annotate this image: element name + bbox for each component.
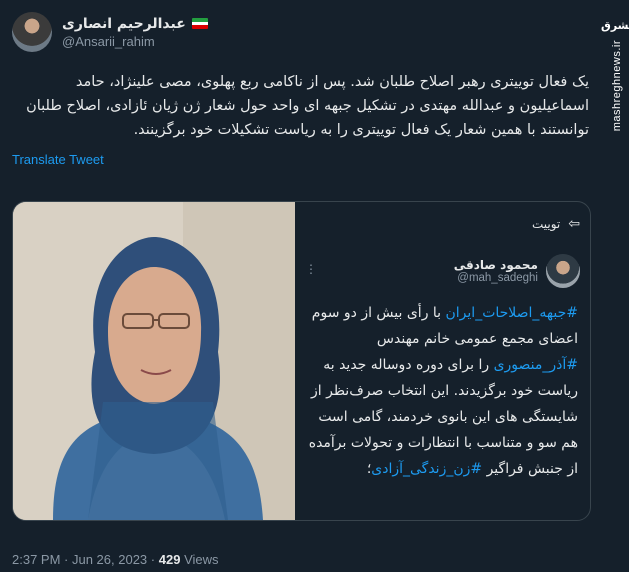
back-arrow-icon[interactable]: ⇦	[568, 216, 580, 232]
display-name-text[interactable]: عبدالرحیم انصاری	[62, 16, 186, 32]
quoted-author[interactable]: محمود صادقی @mah_sadeghi	[454, 254, 580, 288]
hashtag-link[interactable]: #جبهه_اصلاحات_ایران	[446, 305, 578, 321]
tweet-date[interactable]: Jun 26, 2023	[72, 552, 147, 567]
author-display-name[interactable]: عبدالرحیم انصاری	[62, 16, 208, 32]
quoted-tweet-photo[interactable]	[13, 202, 295, 520]
hashtag-link[interactable]: #آذر_منصوری	[494, 357, 578, 373]
quoted-text-segment: را برای دوره دوساله جدید به ریاست خود بر…	[308, 357, 578, 477]
hashtag-link[interactable]: #زن_زندگی_آزادی	[371, 461, 482, 477]
tweet-text: یک فعال توییتری رهبر اصلاح طلبان شد. پس …	[26, 74, 589, 138]
views-label: Views	[184, 552, 219, 567]
woman-portrait-image	[13, 202, 295, 520]
quoted-author-avatar[interactable]	[546, 254, 580, 288]
mashregh-logo: مشرق	[601, 19, 629, 32]
tweet-header: عبدالرحیم انصاری @Ansarii_rahim	[12, 12, 597, 52]
tweet-meta: 2:37 PM · Jun 26, 2023 · 429 Views	[12, 552, 219, 567]
tweet: عبدالرحیم انصاری @Ansarii_rahim یک فعال …	[12, 12, 597, 567]
quoted-tweet-label: توییت	[531, 217, 561, 231]
quoted-tweet-label-row: ⇦ توییت	[532, 216, 580, 232]
quoted-tweet-content: ⇦ توییت ⋮ محمود صادقی @mah_sadeghi #جبهه…	[295, 202, 590, 520]
author-avatar[interactable]	[12, 12, 52, 52]
author-names: عبدالرحیم انصاری @Ansarii_rahim	[62, 16, 208, 49]
translate-tweet-link[interactable]: Translate Tweet	[12, 152, 597, 167]
quoted-tweet-text: #جبهه_اصلاحات_ایران با رأی بیش از دو سوم…	[306, 300, 578, 482]
quoted-author-name[interactable]: محمود صادقی	[454, 258, 538, 272]
watermark-site-url: mashreghnews.ir	[611, 40, 623, 132]
quoted-author-handle[interactable]: @mah_sadeghi	[454, 272, 538, 284]
quoted-tweet-card[interactable]: ⇦ توییت ⋮ محمود صادقی @mah_sadeghi #جبهه…	[12, 201, 591, 521]
tweet-time[interactable]: 2:37 PM	[12, 552, 60, 567]
author-handle[interactable]: @Ansarii_rahim	[62, 34, 208, 49]
iran-flag-icon	[191, 18, 208, 29]
more-options-icon[interactable]: ⋮	[305, 262, 317, 276]
views-count: 429	[158, 552, 181, 567]
site-watermark: مشرق mashreghnews.ir	[599, 0, 629, 572]
